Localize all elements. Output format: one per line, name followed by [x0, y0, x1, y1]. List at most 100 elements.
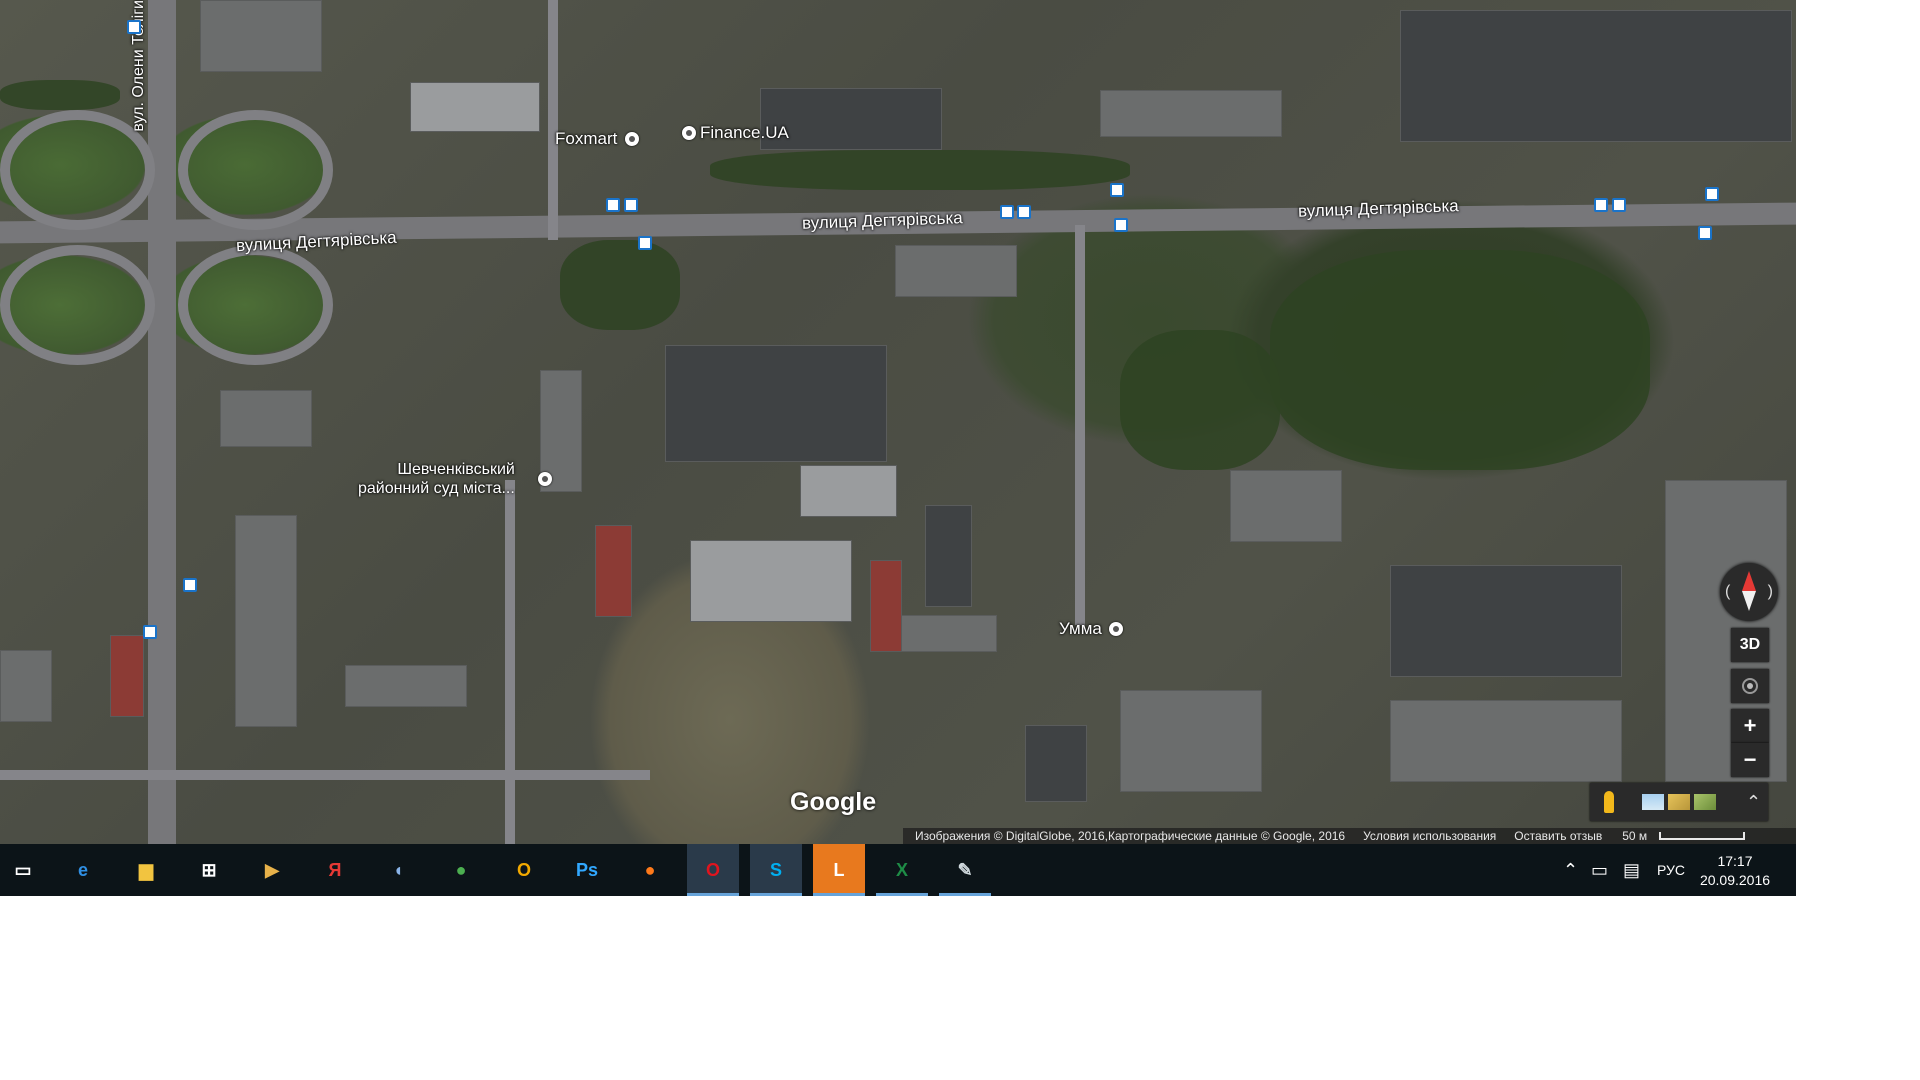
tree-patch [0, 80, 120, 110]
building [800, 465, 897, 517]
taskbar-running-indicator [687, 893, 739, 896]
interchange-loop-4 [178, 245, 333, 365]
clock-time: 17:17 [1717, 853, 1753, 869]
bus-stop-icon[interactable] [1000, 205, 1014, 219]
bus-stop-icon[interactable] [1017, 205, 1031, 219]
court-line-1: Шевченківський [397, 461, 515, 478]
bus-stop-icon[interactable] [1114, 218, 1128, 232]
taskbar-opera-icon[interactable]: O [695, 852, 731, 888]
taskbar-store-icon[interactable]: ⊞ [191, 852, 227, 888]
building [1390, 700, 1622, 782]
zoom-out-button[interactable]: − [1731, 743, 1769, 777]
poi-finance-icon[interactable] [682, 126, 696, 140]
tree-patch [1120, 330, 1280, 470]
bus-stop-icon[interactable] [1705, 187, 1719, 201]
road-side-3 [0, 770, 650, 780]
poi-label-finance[interactable]: Finance.UA [700, 123, 789, 143]
taskbar-running-indicator [876, 893, 928, 896]
layer-thumb-terrain[interactable] [1668, 794, 1690, 810]
bus-stop-icon[interactable] [127, 20, 141, 34]
road-vertical-main [148, 0, 176, 844]
pegman-icon[interactable] [1604, 791, 1614, 813]
tray-chevron-icon[interactable]: ⌃ [1563, 844, 1578, 896]
building [925, 505, 972, 607]
poi-label-foxmart[interactable]: Foxmart [555, 129, 617, 149]
bus-stop-icon[interactable] [606, 198, 620, 212]
building [895, 615, 997, 652]
building [1100, 90, 1282, 137]
google-logo: Google [790, 788, 877, 816]
building [1400, 10, 1792, 142]
taskbar-file-explorer-icon[interactable]: ▆ [128, 852, 164, 888]
bus-stop-icon[interactable] [1612, 198, 1626, 212]
satellite-map[interactable]: вулиця Дегтярівська вулиця Дегтярівська … [0, 0, 1796, 844]
chevron-up-icon[interactable]: ⌃ [1746, 792, 1761, 813]
taskbar-excel-icon[interactable]: X [884, 852, 920, 888]
building [1025, 725, 1087, 802]
my-location-icon [1742, 678, 1758, 694]
taskbar-media-player-icon[interactable]: ▶ [254, 852, 290, 888]
court-line-2: районний суд міста... [358, 480, 515, 497]
building [665, 345, 887, 462]
layer-thumb-satellite[interactable] [1694, 794, 1716, 810]
layers-panel[interactable]: ⌃ [1590, 783, 1768, 821]
rotate-right-icon[interactable]: ) [1768, 583, 1773, 601]
poi-court-icon[interactable] [538, 472, 552, 486]
layer-thumb-map[interactable] [1642, 794, 1664, 810]
interchange-loop-2 [178, 110, 333, 230]
taskbar-paint-icon[interactable]: ✎ [947, 852, 983, 888]
windows-taskbar: ▭ e ▆ ⊞ ▶ Я ◖ ● O Ps ● O S L X ✎ ⌃ ▭ ▤ РУС 17:17 20.09.… [0, 844, 1796, 896]
rotate-left-icon[interactable]: ( [1725, 583, 1730, 601]
road-side-4 [505, 480, 515, 844]
compass-north-icon [1742, 571, 1756, 591]
bus-stop-icon[interactable] [624, 198, 638, 212]
taskbar-photoshop-icon[interactable]: Ps [569, 852, 605, 888]
zoom-in-button[interactable]: + [1731, 709, 1769, 743]
building [1120, 690, 1262, 792]
tree-patch [1270, 250, 1650, 470]
3d-toggle-button[interactable]: 3D [1731, 628, 1769, 662]
poi-label-umma[interactable]: Умма [1059, 619, 1102, 639]
taskbar-chrome-icon[interactable]: ● [443, 852, 479, 888]
network-icon[interactable]: ▭ [1591, 844, 1608, 896]
poi-umma-icon[interactable] [1109, 622, 1123, 636]
attribution-text: Изображения © DigitalGlobe, 2016,Картогр… [915, 829, 1346, 843]
bus-stop-icon[interactable] [638, 236, 652, 250]
feedback-link[interactable]: Оставить отзыв [1514, 828, 1602, 844]
language-indicator[interactable]: РУС [1657, 844, 1685, 896]
building [220, 390, 312, 447]
taskbar-skype-icon[interactable]: S [758, 852, 794, 888]
bus-stop-icon[interactable] [1594, 198, 1608, 212]
compass-control[interactable]: ( ) [1720, 563, 1778, 621]
taskbar-edge-icon[interactable]: e [65, 852, 101, 888]
building [595, 525, 632, 617]
building [345, 665, 467, 707]
scale-indicator[interactable]: 50 м [1622, 828, 1746, 844]
bus-stop-icon[interactable] [183, 578, 197, 592]
taskbar-volume-app-icon[interactable]: ◖ [380, 852, 416, 888]
interchange-loop-3 [0, 245, 155, 365]
my-location-button[interactable] [1731, 669, 1769, 703]
taskbar-outlook-icon[interactable]: O [506, 852, 542, 888]
poi-foxmart-icon[interactable] [625, 132, 639, 146]
tree-patch [560, 240, 680, 330]
bus-stop-icon[interactable] [1698, 226, 1712, 240]
taskbar-task-view-icon[interactable]: ▭ [5, 852, 41, 888]
taskbar-yandex-icon[interactable]: Я [317, 852, 353, 888]
building [110, 635, 144, 717]
taskbar-running-indicator [750, 893, 802, 896]
clock[interactable]: 17:17 20.09.2016 [1690, 852, 1780, 890]
scale-text: 50 м [1622, 829, 1648, 843]
bus-stop-icon[interactable] [1110, 183, 1124, 197]
poi-label-court[interactable]: Шевченківський районний суд міста... [358, 460, 515, 498]
taskbar-running-indicator [939, 893, 991, 896]
building [200, 0, 322, 72]
tree-patch [710, 150, 1130, 190]
road-side-1 [548, 0, 558, 240]
terms-link[interactable]: Условия использования [1363, 828, 1496, 844]
scale-bar [1659, 832, 1746, 840]
taskbar-firefox-icon[interactable]: ● [632, 852, 668, 888]
taskbar-line-icon[interactable]: L [821, 852, 857, 888]
notifications-icon[interactable]: ▤ [1623, 844, 1640, 896]
bus-stop-icon[interactable] [143, 625, 157, 639]
